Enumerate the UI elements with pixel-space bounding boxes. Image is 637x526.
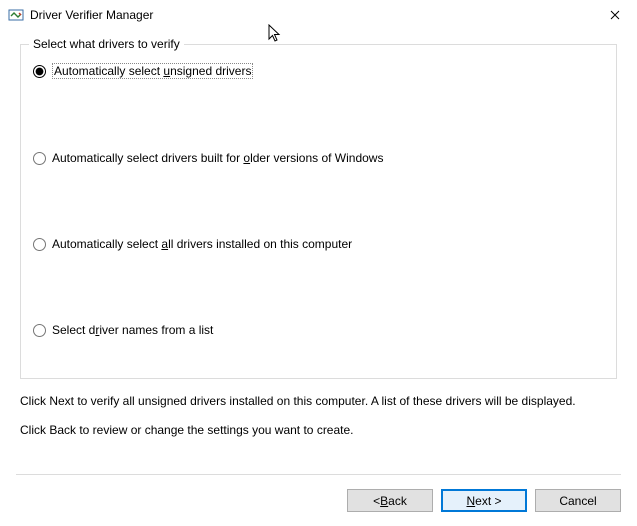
next-button[interactable]: Next > [441, 489, 527, 512]
radio-older-windows-drivers-input[interactable] [33, 152, 46, 165]
instructions: Click Next to verify all unsigned driver… [20, 393, 617, 439]
app-icon [8, 7, 24, 23]
radio-older-windows-drivers-label: Automatically select drivers built for o… [52, 151, 383, 165]
footer-separator [16, 474, 621, 475]
wizard-button-row: < Back Next > Cancel [16, 489, 621, 512]
radio-unsigned-drivers-input[interactable] [33, 65, 46, 78]
radio-select-from-list-label: Select driver names from a list [52, 323, 213, 337]
radio-all-drivers-input[interactable] [33, 238, 46, 251]
content-area: Select what drivers to verify Automatica… [0, 30, 637, 439]
radio-unsigned-drivers-label: Automatically select unsigned drivers [52, 63, 253, 79]
radio-all-drivers-label: Automatically select all drivers install… [52, 237, 352, 251]
group-legend: Select what drivers to verify [29, 37, 184, 51]
instruction-line-1: Click Next to verify all unsigned driver… [20, 393, 617, 410]
close-button[interactable] [592, 0, 637, 30]
titlebar: Driver Verifier Manager [0, 0, 637, 30]
radio-older-windows-drivers[interactable]: Automatically select drivers built for o… [33, 151, 604, 165]
back-button[interactable]: < Back [347, 489, 433, 512]
radio-unsigned-drivers[interactable]: Automatically select unsigned drivers [33, 63, 604, 79]
radio-select-from-list-input[interactable] [33, 324, 46, 337]
window-title: Driver Verifier Manager [30, 8, 153, 22]
radio-all-drivers[interactable]: Automatically select all drivers install… [33, 237, 604, 251]
close-icon [610, 10, 620, 20]
footer: < Back Next > Cancel [0, 464, 637, 526]
cancel-button[interactable]: Cancel [535, 489, 621, 512]
radio-select-from-list[interactable]: Select driver names from a list [33, 323, 604, 337]
instruction-line-2: Click Back to review or change the setti… [20, 422, 617, 439]
drivers-groupbox: Select what drivers to verify Automatica… [20, 44, 617, 379]
